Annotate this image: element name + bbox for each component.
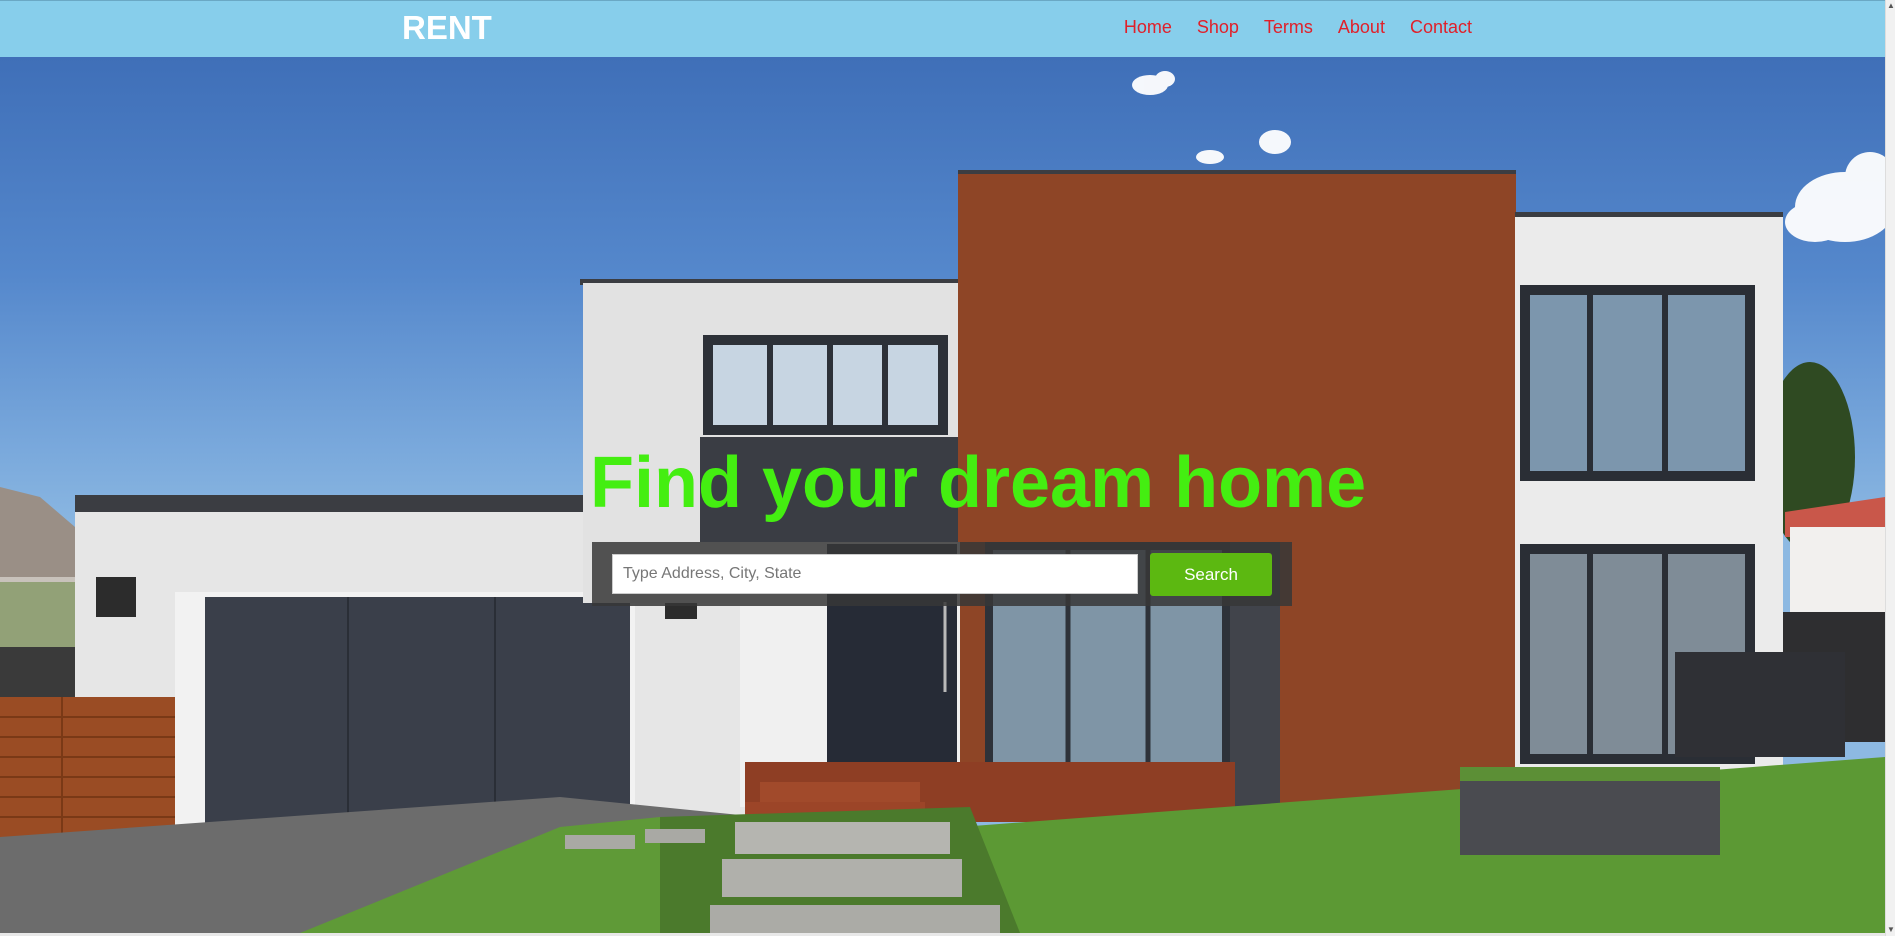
nav-contact[interactable]: Contact — [1410, 17, 1472, 38]
garage-door — [205, 597, 630, 830]
planter-box — [1460, 775, 1720, 855]
search-button[interactable]: Search — [1150, 553, 1272, 596]
nav-terms[interactable]: Terms — [1264, 17, 1313, 38]
hero-title: Find your dream home — [590, 443, 1367, 523]
navbar: RENT Home Shop Terms About Contact — [0, 1, 1885, 57]
vertical-scrollbar[interactable]: ▲ ▼ — [1885, 0, 1895, 936]
stepping-stone-1 — [735, 822, 950, 854]
page: RENT Home Shop Terms About Contact Find … — [0, 0, 1895, 936]
nav-home[interactable]: Home — [1124, 17, 1172, 38]
search-box: Search — [592, 542, 1292, 606]
brand-logo[interactable]: RENT — [402, 9, 492, 47]
main-nav: Home Shop Terms About Contact — [1099, 17, 1472, 38]
stepping-stone-2 — [722, 859, 962, 897]
scroll-down-icon[interactable]: ▼ — [1887, 926, 1895, 934]
hero-section: Find your dream home Search — [0, 57, 1885, 933]
wall-lamp-left — [96, 577, 136, 617]
nav-about[interactable]: About — [1338, 17, 1385, 38]
stepping-stone-3 — [710, 905, 1000, 933]
nav-shop[interactable]: Shop — [1197, 17, 1239, 38]
wooden-gate — [0, 697, 175, 847]
neighbor-roof-left — [0, 487, 75, 577]
fountain — [1675, 652, 1845, 757]
scroll-up-icon[interactable]: ▲ — [1887, 2, 1895, 10]
search-input[interactable] — [612, 554, 1138, 594]
